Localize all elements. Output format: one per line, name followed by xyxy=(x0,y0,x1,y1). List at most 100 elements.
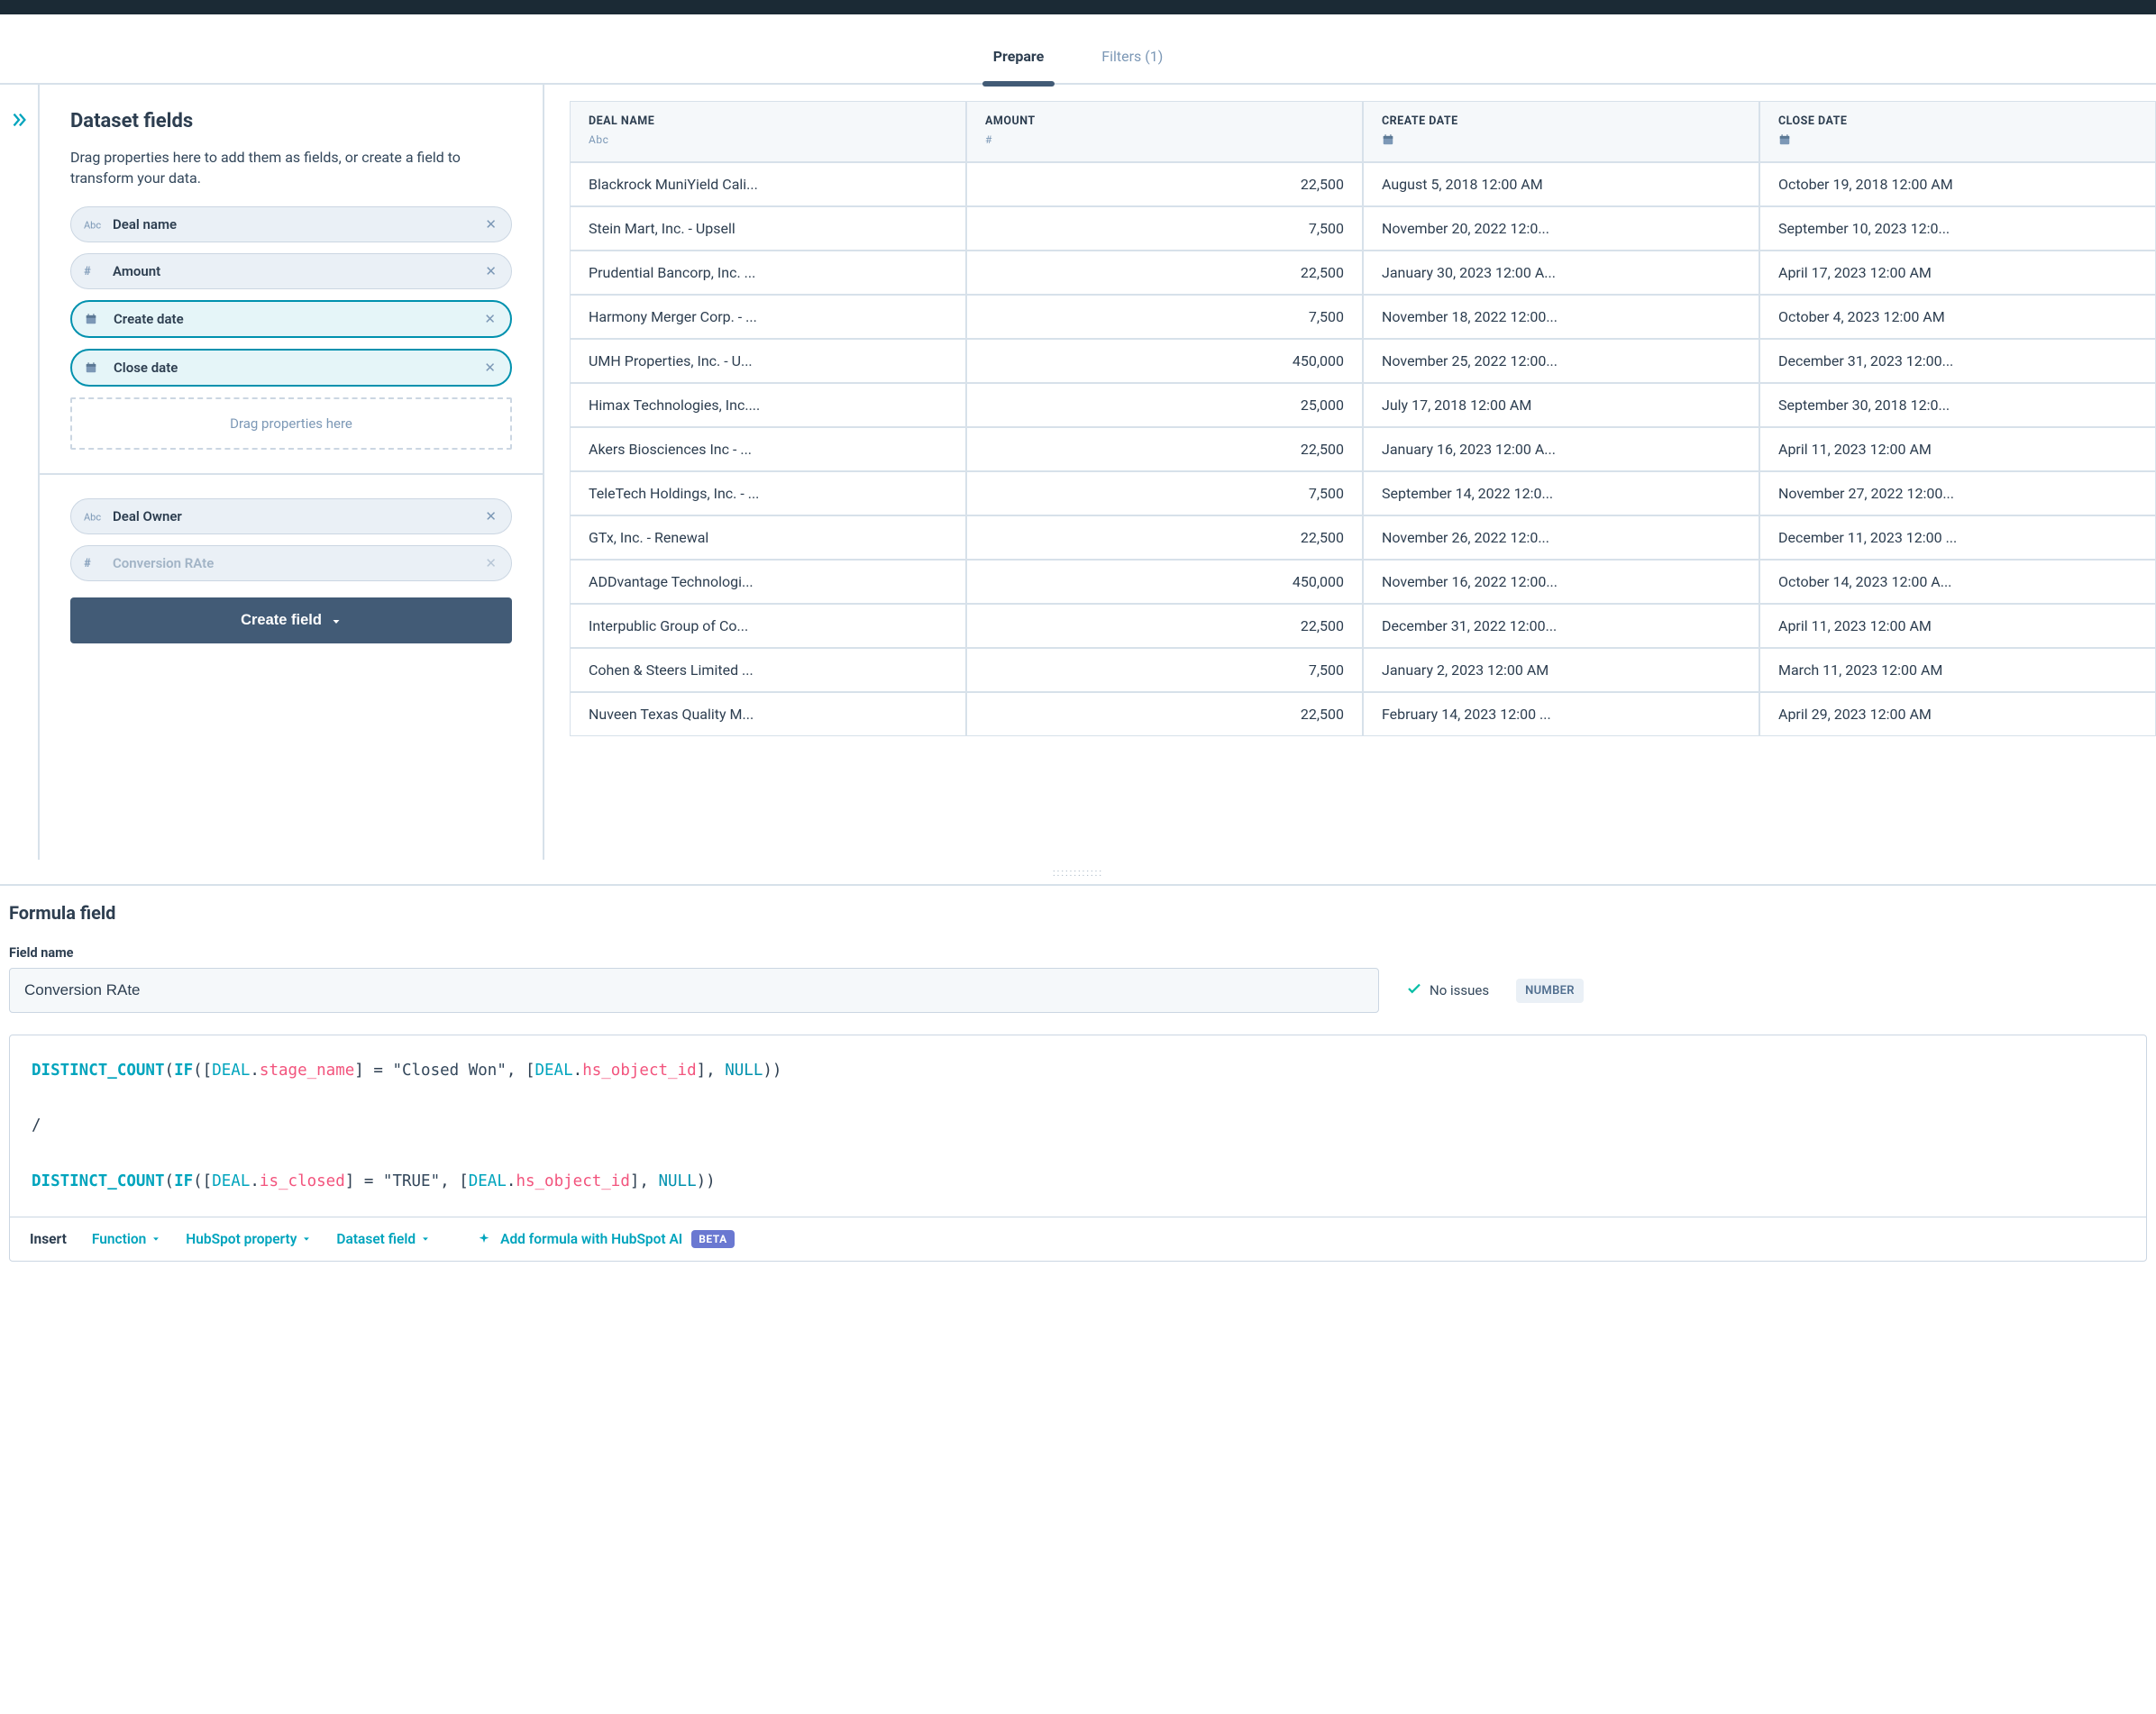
cell-amount: 7,500 xyxy=(966,295,1363,339)
table-row[interactable]: TeleTech Holdings, Inc. - ... 7,500 Sept… xyxy=(570,471,2156,515)
insert-hubspot-property-button[interactable]: HubSpot property xyxy=(186,1231,311,1247)
field-chip[interactable]: # Conversion RAte ✕ xyxy=(70,545,512,581)
field-type-icon: Abc xyxy=(84,511,104,524)
formula-toolbar: Insert Function HubSpot property Dataset… xyxy=(10,1217,2146,1261)
table-row[interactable]: Cohen & Steers Limited ... 7,500 January… xyxy=(570,648,2156,692)
cell-deal-name: TeleTech Holdings, Inc. - ... xyxy=(570,471,966,515)
table-row[interactable]: Harmony Merger Corp. - ... 7,500 Novembe… xyxy=(570,295,2156,339)
field-chip-label: Close date xyxy=(114,360,473,376)
column-header[interactable]: AMOUNT# xyxy=(966,101,1363,162)
add-formula-ai-button[interactable]: Add formula with HubSpot AI BETA xyxy=(477,1230,735,1248)
tab-prepare[interactable]: Prepare xyxy=(990,37,1048,85)
field-name-label: Field name xyxy=(9,945,2147,961)
column-type-icon xyxy=(1778,133,2137,149)
column-type-icon: # xyxy=(985,133,1344,146)
remove-field-icon[interactable]: ✕ xyxy=(482,311,498,327)
validation-status: No issues xyxy=(1406,980,1489,1000)
table-row[interactable]: Stein Mart, Inc. - Upsell 7,500 November… xyxy=(570,206,2156,251)
remove-field-icon[interactable]: ✕ xyxy=(483,216,498,232)
column-header[interactable]: CREATE DATE xyxy=(1363,101,1759,162)
field-dropzone[interactable]: Drag properties here xyxy=(70,397,512,450)
field-chip[interactable]: Abc Deal Owner ✕ xyxy=(70,498,512,534)
table-row[interactable]: GTx, Inc. - Renewal 22,500 November 26, … xyxy=(570,515,2156,560)
cell-create-date: November 20, 2022 12:0... xyxy=(1363,206,1759,251)
cell-close-date: April 11, 2023 12:00 AM xyxy=(1759,427,2156,471)
create-field-button[interactable]: Create field xyxy=(70,597,512,643)
table-row[interactable]: UMH Properties, Inc. - U... 450,000 Nove… xyxy=(570,339,2156,383)
cell-close-date: November 27, 2022 12:00... xyxy=(1759,471,2156,515)
column-header[interactable]: DEAL NAMEAbc xyxy=(570,101,966,162)
column-header[interactable]: CLOSE DATE xyxy=(1759,101,2156,162)
cell-close-date: December 11, 2023 12:00 ... xyxy=(1759,515,2156,560)
field-type-badge: NUMBER xyxy=(1516,979,1584,1003)
data-preview-panel: DEAL NAMEAbcAMOUNT#CREATE DATECLOSE DATE… xyxy=(544,85,2156,736)
cell-create-date: July 17, 2018 12:00 AM xyxy=(1363,383,1759,427)
cell-close-date: October 14, 2023 12:00 A... xyxy=(1759,560,2156,604)
remove-field-icon[interactable]: ✕ xyxy=(483,508,498,524)
table-row[interactable]: Interpublic Group of Co... 22,500 Decemb… xyxy=(570,604,2156,648)
cell-create-date: September 14, 2022 12:0... xyxy=(1363,471,1759,515)
field-name-input[interactable] xyxy=(9,968,1379,1013)
panel-help-text: Drag properties here to add them as fiel… xyxy=(70,147,512,188)
panel-divider xyxy=(40,473,543,475)
preview-table: DEAL NAMEAbcAMOUNT#CREATE DATECLOSE DATE… xyxy=(570,101,2156,736)
field-chip-label: Conversion RAte xyxy=(113,555,474,571)
beta-badge: BETA xyxy=(691,1230,734,1248)
cell-deal-name: Akers Biosciences Inc - ... xyxy=(570,427,966,471)
sparkle-icon xyxy=(477,1232,491,1246)
expand-sidebar-icon[interactable] xyxy=(9,110,29,860)
cell-amount: 450,000 xyxy=(966,560,1363,604)
remove-field-icon[interactable]: ✕ xyxy=(482,360,498,376)
cell-close-date: March 11, 2023 12:00 AM xyxy=(1759,648,2156,692)
field-chip-label: Amount xyxy=(113,263,474,279)
cell-amount: 22,500 xyxy=(966,604,1363,648)
caret-down-icon xyxy=(151,1235,160,1244)
insert-label: Insert xyxy=(30,1231,67,1247)
table-row[interactable]: Himax Technologies, Inc.... 25,000 July … xyxy=(570,383,2156,427)
cell-create-date: November 16, 2022 12:00... xyxy=(1363,560,1759,604)
field-chip[interactable]: Close date ✕ xyxy=(70,349,512,387)
field-type-icon xyxy=(85,313,105,325)
field-type-icon: # xyxy=(84,265,104,278)
field-chip-label: Deal name xyxy=(113,216,474,232)
cell-amount: 7,500 xyxy=(966,206,1363,251)
caret-down-icon xyxy=(421,1235,430,1244)
table-row[interactable]: ADDvantage Technologi... 450,000 Novembe… xyxy=(570,560,2156,604)
formula-editor: DISTINCT_COUNT(IF([DEAL.stage_name] = "C… xyxy=(9,1035,2147,1262)
cell-create-date: January 2, 2023 12:00 AM xyxy=(1363,648,1759,692)
formula-code-body[interactable]: DISTINCT_COUNT(IF([DEAL.stage_name] = "C… xyxy=(10,1035,2146,1217)
cell-amount: 7,500 xyxy=(966,648,1363,692)
insert-function-button[interactable]: Function xyxy=(92,1231,160,1247)
panel-resize-handle[interactable]: :::::::::::: xyxy=(0,867,2156,879)
field-type-icon: Abc xyxy=(84,219,104,232)
cell-amount: 7,500 xyxy=(966,471,1363,515)
check-icon xyxy=(1406,980,1422,1000)
field-chip[interactable]: Abc Deal name ✕ xyxy=(70,206,512,242)
create-field-label: Create field xyxy=(241,612,322,629)
field-type-icon xyxy=(85,361,105,374)
field-chip[interactable]: # Amount ✕ xyxy=(70,253,512,289)
cell-deal-name: Harmony Merger Corp. - ... xyxy=(570,295,966,339)
cell-amount: 22,500 xyxy=(966,427,1363,471)
field-chip[interactable]: Create date ✕ xyxy=(70,300,512,338)
table-row[interactable]: Akers Biosciences Inc - ... 22,500 Janua… xyxy=(570,427,2156,471)
cell-deal-name: UMH Properties, Inc. - U... xyxy=(570,339,966,383)
table-row[interactable]: Blackrock MuniYield Cali... 22,500 Augus… xyxy=(570,162,2156,206)
table-row[interactable]: Prudential Bancorp, Inc. ... 22,500 Janu… xyxy=(570,251,2156,295)
cell-close-date: October 19, 2018 12:00 AM xyxy=(1759,162,2156,206)
cell-deal-name: Cohen & Steers Limited ... xyxy=(570,648,966,692)
remove-field-icon[interactable]: ✕ xyxy=(483,555,498,571)
panel-title: Dataset fields xyxy=(70,110,512,132)
remove-field-icon[interactable]: ✕ xyxy=(483,263,498,279)
cell-close-date: December 31, 2023 12:00... xyxy=(1759,339,2156,383)
cell-create-date: January 30, 2023 12:00 A... xyxy=(1363,251,1759,295)
cell-close-date: April 11, 2023 12:00 AM xyxy=(1759,604,2156,648)
cell-create-date: November 26, 2022 12:0... xyxy=(1363,515,1759,560)
formula-field-panel: Formula field Field name No issues NUMBE… xyxy=(0,884,2156,1272)
tab-filters[interactable]: Filters (1) xyxy=(1098,37,1166,85)
formula-panel-title: Formula field xyxy=(9,902,2147,924)
table-row[interactable]: Nuveen Texas Quality M... 22,500 Februar… xyxy=(570,692,2156,736)
insert-dataset-field-button[interactable]: Dataset field xyxy=(336,1231,430,1247)
cell-create-date: August 5, 2018 12:00 AM xyxy=(1363,162,1759,206)
cell-deal-name: Himax Technologies, Inc.... xyxy=(570,383,966,427)
